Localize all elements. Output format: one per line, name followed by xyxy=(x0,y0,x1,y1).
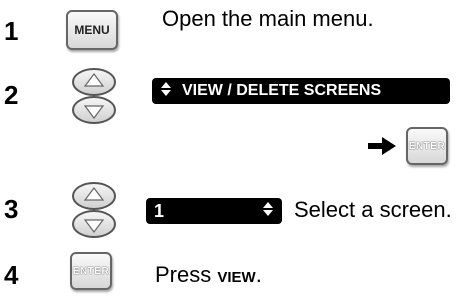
up-down-rocker-icon-2[interactable] xyxy=(70,180,118,240)
step-number-2: 2 xyxy=(4,80,19,110)
step-4-text-prefix: Press xyxy=(155,262,218,287)
step-3-text: Select a screen. xyxy=(294,197,452,222)
step-number-1: 1 xyxy=(4,16,19,46)
step-1-text: Open the main menu. xyxy=(162,6,374,31)
right-arrow-icon xyxy=(368,137,396,155)
enter-key[interactable]: ENTER xyxy=(70,252,112,290)
step-4-text-suffix: . xyxy=(255,262,262,287)
step-4-text: Press VIEW. xyxy=(155,264,262,286)
up-down-indicator-icon xyxy=(160,81,172,102)
up-down-rocker-icon[interactable] xyxy=(70,66,118,126)
step-number-4: 4 xyxy=(4,260,19,290)
step-number-3: 3 xyxy=(4,194,19,224)
view-keyword: VIEW xyxy=(217,269,256,286)
up-down-indicator-icon xyxy=(262,201,274,222)
selector-value: 1 xyxy=(154,200,165,221)
enter-key-confirm[interactable]: ENTER xyxy=(406,127,448,165)
menu-key[interactable]: MENU xyxy=(66,10,118,50)
view-delete-screens-menu-bar: VIEW / DELETE SCREENS xyxy=(152,78,450,104)
menu-bar-label: VIEW / DELETE SCREENS xyxy=(182,82,382,99)
screen-selector-bar: 1 xyxy=(146,198,282,224)
